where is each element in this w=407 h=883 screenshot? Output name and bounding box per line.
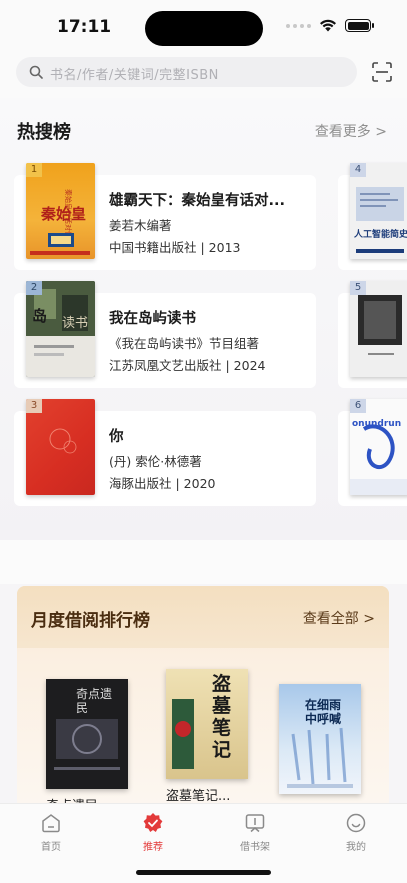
hot-book-card-3[interactable]: 3 你 (丹) 索伦·林德著 海豚出版社 | 2020 <box>14 399 316 506</box>
book-publisher: 江苏凤凰文艺出版社 | 2024 <box>109 358 266 373</box>
monthly-book-cover-1-text: 奇点遗民 <box>76 687 113 715</box>
rank-badge-3: 3 <box>26 399 42 413</box>
tab-label: 首页 <box>41 842 61 853</box>
section-divider <box>0 540 407 584</box>
hot-book-card-1[interactable]: 1 秦始皇有话对你说 秦始皇 雄霸天下：秦始皇有话对... 姜若木编著 中国书籍… <box>14 163 316 270</box>
book-publisher: 中国书籍出版社 | 2013 <box>109 240 241 255</box>
recommend-icon <box>143 813 163 832</box>
hot-book-card-6[interactable]: 6 onundrun <box>338 399 407 506</box>
monthly-book-3[interactable]: 在细雨中呼喊 <box>279 684 361 800</box>
search-placeholder: 书名/作者/关键词/完整ISBN <box>50 68 219 83</box>
tab-label: 推荐 <box>143 842 163 853</box>
home-indicator <box>136 870 271 875</box>
rank-badge-1: 1 <box>26 163 42 177</box>
book-author: (丹) 索伦·林德著 <box>109 454 202 469</box>
tab-label: 借书架 <box>240 842 270 853</box>
monthly-view-all-link[interactable]: 查看全部 > <box>303 608 375 628</box>
book-cover-1-text: 秦始皇 <box>41 205 87 223</box>
signal-icon <box>286 23 311 28</box>
monthly-ranking-panel: 月度借阅排行榜 查看全部 > 奇点遗民 奇点遗民 盗墓笔记 盗墓笔记... <box>17 586 389 816</box>
wifi-icon <box>320 19 336 32</box>
rank-badge-4: 4 <box>350 163 366 177</box>
monthly-title: 月度借阅排行榜 <box>31 611 150 631</box>
book-cover-1: 1 秦始皇有话对你说 秦始皇 <box>26 163 95 259</box>
book-author: 《我在岛屿读书》节目组著 <box>109 336 260 351</box>
monthly-book-cover-1: 奇点遗民 <box>46 679 128 789</box>
profile-icon <box>346 813 366 833</box>
hot-book-card-5[interactable]: 5 <box>338 281 407 388</box>
dynamic-island <box>145 11 263 46</box>
svg-text:读书: 读书 <box>62 316 88 331</box>
battery-icon <box>345 19 374 32</box>
hot-book-card-4[interactable]: 4 人工智能简史 <box>338 163 407 270</box>
tab-bar: 首页 推荐 借书架 我的 <box>0 803 407 883</box>
book-title: 你 <box>109 429 124 445</box>
book-cover-6: 6 onundrun <box>350 399 407 495</box>
monthly-book-1[interactable]: 奇点遗民 奇点遗民 <box>46 679 128 814</box>
home-icon <box>42 814 60 833</box>
status-bar: 17:11 <box>0 0 407 50</box>
bookshelf-icon <box>245 814 265 833</box>
monthly-book-title: 盗墓笔记... <box>166 789 231 804</box>
monthly-book-cover-3: 在细雨中呼喊 <box>279 684 361 794</box>
scan-icon[interactable] <box>372 62 392 82</box>
rank-badge-6: 6 <box>350 399 366 413</box>
monthly-book-cover-3-text: 在细雨中呼喊 <box>305 698 342 726</box>
book-author: 姜若木编著 <box>109 218 172 233</box>
book-cover-3: 3 <box>26 399 95 495</box>
tab-label: 我的 <box>346 842 366 853</box>
tab-recommend[interactable]: 推荐 <box>118 812 188 853</box>
hot-book-card-2[interactable]: 2 岛 读书 我在岛屿读书 《我在岛屿读书》节目组著 江苏凤凰文艺出版社 | 2… <box>14 281 316 388</box>
book-cover-6-text: onundrun <box>352 419 402 429</box>
book-title: 我在岛屿读书 <box>109 311 196 327</box>
search-icon <box>29 65 43 79</box>
monthly-book-2[interactable]: 盗墓笔记 盗墓笔记... <box>166 669 248 804</box>
book-publisher: 海豚出版社 | 2020 <box>109 476 216 491</box>
rank-badge-2: 2 <box>26 281 42 295</box>
tab-profile[interactable]: 我的 <box>321 812 391 853</box>
book-cover-4: 4 人工智能简史 <box>350 163 407 259</box>
monthly-book-cover-2-text: 盗墓笔记 <box>212 673 232 761</box>
book-cover-4-text: 人工智能简史 <box>354 230 407 240</box>
svg-text:岛: 岛 <box>32 307 47 325</box>
book-cover-5: 5 <box>350 281 407 377</box>
status-time: 17:11 <box>57 17 112 37</box>
hot-list-title: 热搜榜 <box>17 122 71 143</box>
search-row: 书名/作者/关键词/完整ISBN <box>0 50 407 98</box>
rank-badge-5: 5 <box>350 281 366 295</box>
hot-list-more-link[interactable]: 查看更多 > <box>315 121 387 141</box>
book-cover-2: 2 岛 读书 <box>26 281 95 377</box>
tab-bookshelf[interactable]: 借书架 <box>220 812 290 853</box>
status-icons <box>286 19 374 32</box>
monthly-book-cover-2: 盗墓笔记 <box>166 669 248 779</box>
search-input[interactable]: 书名/作者/关键词/完整ISBN <box>16 57 357 87</box>
tab-home[interactable]: 首页 <box>16 812 86 853</box>
hot-search-section: 热搜榜 查看更多 > 1 秦始皇有话对你说 秦始皇 雄霸天下：秦始皇有话对...… <box>0 98 407 540</box>
book-title: 雄霸天下：秦始皇有话对... <box>109 193 286 209</box>
